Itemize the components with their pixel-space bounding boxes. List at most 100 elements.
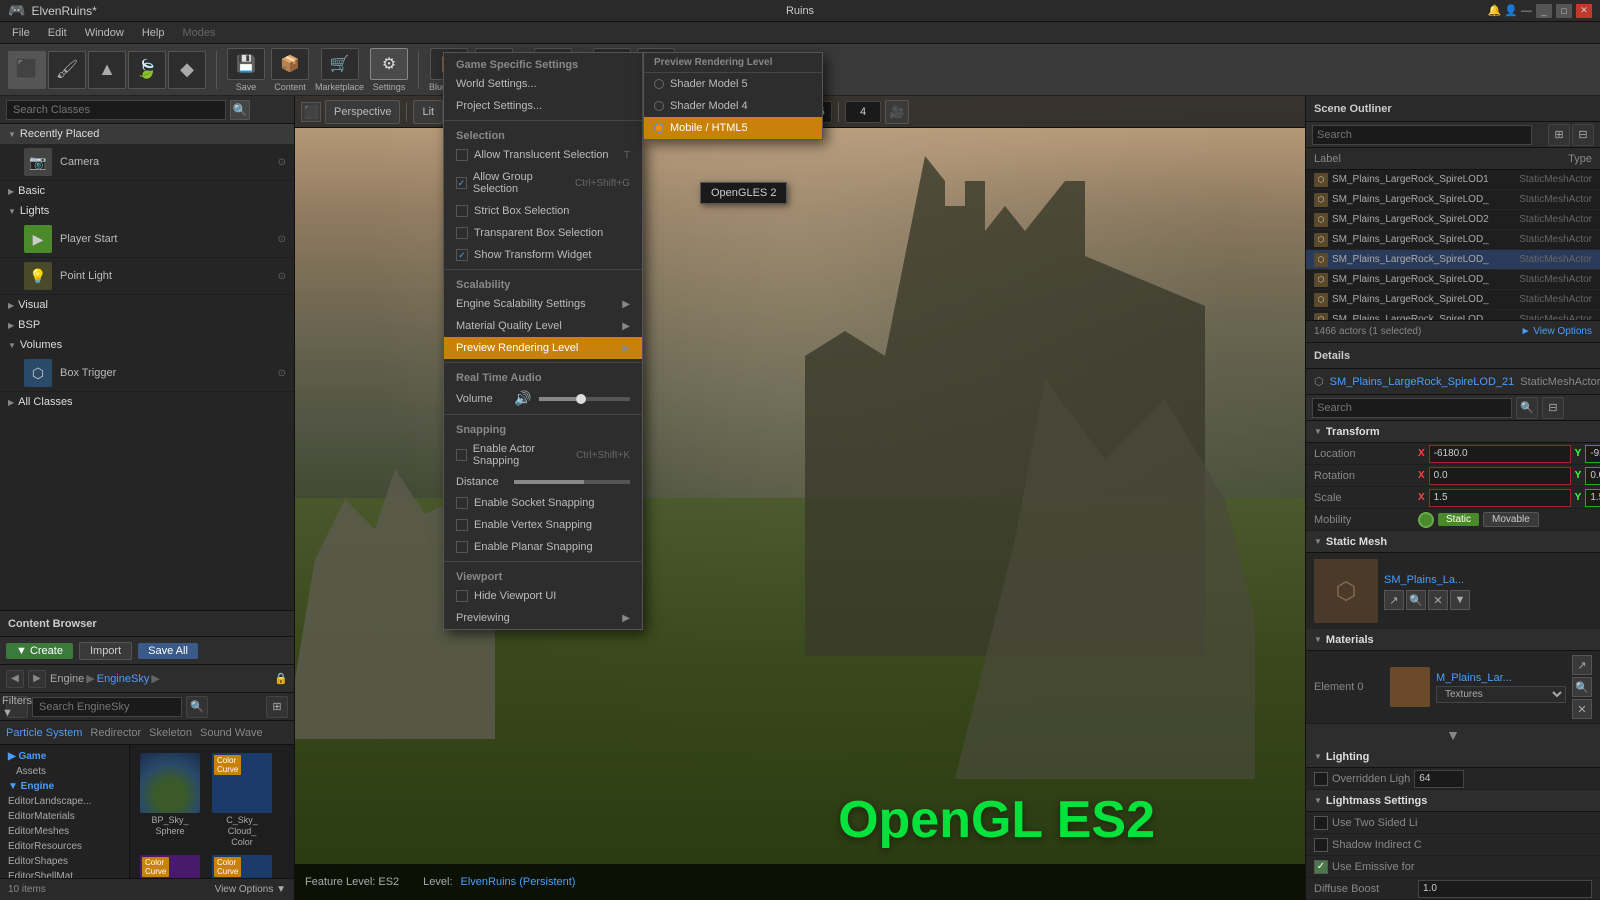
static-button[interactable]: Static xyxy=(1438,513,1479,526)
mode-landscape[interactable]: ▲ xyxy=(88,51,126,89)
scale-y-input[interactable] xyxy=(1585,489,1600,507)
nav-forward-button[interactable]: ▶ xyxy=(28,670,46,688)
override-lighting-input[interactable] xyxy=(1414,770,1464,788)
details-search-button[interactable]: 🔍 xyxy=(1516,397,1538,419)
transform-section-header[interactable]: ▼ Transform xyxy=(1306,421,1600,443)
category-visual[interactable]: ▶ Visual xyxy=(0,295,294,315)
level-link[interactable]: ElvenRuins (Persistent) xyxy=(461,876,576,888)
tab-redirector[interactable]: Redirector xyxy=(90,727,141,739)
world-settings-item[interactable]: World Settings... xyxy=(444,73,642,95)
nav-back-button[interactable]: ◀ xyxy=(6,670,24,688)
material-quality-item[interactable]: Material Quality Level ▶ xyxy=(444,315,642,337)
preview-rendering-item[interactable]: Preview Rendering Level ▶ xyxy=(444,337,642,359)
category-all-classes[interactable]: ▶ All Classes xyxy=(0,392,294,412)
engine-scalability-item[interactable]: Engine Scalability Settings ▶ xyxy=(444,293,642,315)
shadow-indirect-checkbox[interactable] xyxy=(1314,838,1328,852)
table-row[interactable]: ⬡ SM_Plains_LargeRock_SpireLOD_ StaticMe… xyxy=(1306,230,1600,250)
toolbar-content[interactable]: 📦 Content xyxy=(271,48,309,92)
shader-model-5-item[interactable]: Shader Model 5 xyxy=(644,73,822,95)
allow-translucent-item[interactable]: Allow Translucent Selection T xyxy=(444,144,642,166)
folder-item[interactable]: EditorLandscape... xyxy=(0,794,129,809)
camera-speed-input[interactable] xyxy=(845,101,881,123)
shader-model-4-item[interactable]: Shader Model 4 xyxy=(644,95,822,117)
save-all-button[interactable]: Save All xyxy=(138,643,198,659)
breadcrumb-enginesky[interactable]: EngineSky xyxy=(97,673,150,685)
two-sided-checkbox[interactable] xyxy=(1314,816,1328,830)
viewport-toggle[interactable]: ⬛ xyxy=(301,102,321,122)
mobile-html5-item[interactable]: Mobile / HTML5 xyxy=(644,117,822,139)
list-item[interactable]: 💡 Point Light ⊙ xyxy=(0,258,294,295)
mesh-clear-button[interactable]: ✕ xyxy=(1428,590,1448,610)
folder-item[interactable]: EditorMaterials xyxy=(0,809,129,824)
view-options-button[interactable]: ► View Options xyxy=(1521,326,1592,337)
category-volumes[interactable]: ▼ Volumes xyxy=(0,335,294,355)
category-recently-placed[interactable]: ▼ Recently Placed xyxy=(0,124,294,144)
scale-x-input[interactable] xyxy=(1429,489,1571,507)
folder-item[interactable]: EditorShapes xyxy=(0,854,129,869)
rotation-x-input[interactable] xyxy=(1429,467,1571,485)
filters-button[interactable]: Filters ▼ xyxy=(6,696,28,718)
list-item[interactable]: ▶ Player Start ⊙ xyxy=(0,221,294,258)
volume-slider[interactable] xyxy=(539,397,630,401)
static-mesh-section-header[interactable]: ▼ Static Mesh xyxy=(1306,531,1600,553)
folder-item[interactable]: ▶ Game xyxy=(0,749,129,764)
details-search-input[interactable] xyxy=(1312,398,1512,418)
category-lights[interactable]: ▼ Lights xyxy=(0,201,294,221)
materials-section-header[interactable]: ▼ Materials xyxy=(1306,629,1600,651)
lighting-section-header[interactable]: ▼ Lighting xyxy=(1306,746,1600,768)
list-item[interactable]: ⬡ Box Trigger ⊙ xyxy=(0,355,294,392)
table-row[interactable]: ⬡ SM_Plains_LargeRock_SpireLOD_ StaticMe… xyxy=(1306,190,1600,210)
toolbar-save[interactable]: 💾 Save xyxy=(227,48,265,92)
transparent-box-item[interactable]: Transparent Box Selection xyxy=(444,222,642,244)
breadcrumb-engine[interactable]: Engine xyxy=(50,673,84,685)
emissive-checkbox[interactable]: ✓ xyxy=(1314,860,1328,874)
folder-item[interactable]: Assets xyxy=(0,764,129,779)
perspective-button[interactable]: Perspective xyxy=(325,100,400,124)
tab-particle-system[interactable]: Particle System xyxy=(6,727,82,739)
list-item[interactable]: ColorCurve C_Sky_Zenith_Color xyxy=(208,853,276,878)
folder-item[interactable]: EditorShellMat... xyxy=(0,869,129,878)
mode-geometry[interactable]: ◆ xyxy=(168,51,206,89)
override-lighting-checkbox[interactable] xyxy=(1314,772,1328,786)
allow-group-item[interactable]: Allow Group Selection Ctrl+Shift+G xyxy=(444,166,642,200)
mesh-browse-button[interactable]: 🔍 xyxy=(1406,590,1426,610)
view-options-button[interactable]: View Options ▼ xyxy=(215,884,286,895)
minimize-button[interactable]: _ xyxy=(1536,4,1552,18)
details-object-name[interactable]: SM_Plains_LargeRock_SpireLOD_21 xyxy=(1330,376,1515,388)
material-search-button[interactable]: 🔍 xyxy=(1572,677,1592,697)
previewing-item[interactable]: Previewing ▶ xyxy=(444,607,642,629)
search-classes-button[interactable]: 🔍 xyxy=(230,100,250,120)
folder-item[interactable]: ▼ Engine xyxy=(0,779,129,794)
cb-grid-button[interactable]: ⊞ xyxy=(266,696,288,718)
diffuse-boost-input[interactable] xyxy=(1418,880,1592,898)
volume-handle[interactable] xyxy=(576,394,586,404)
details-lock-button[interactable]: ⊟ xyxy=(1542,397,1564,419)
toolbar-settings[interactable]: ⚙ Settings xyxy=(370,48,408,92)
table-row[interactable]: ⬡ SM_Plains_LargeRock_SpireLOD_ StaticMe… xyxy=(1306,270,1600,290)
show-transform-item[interactable]: Show Transform Widget xyxy=(444,244,642,266)
maximize-button[interactable]: □ xyxy=(1556,4,1572,18)
import-button[interactable]: Import xyxy=(79,642,132,660)
tab-sound-wave[interactable]: Sound Wave xyxy=(200,727,263,739)
material-arrow-button[interactable]: ↗ xyxy=(1572,655,1592,675)
close-button[interactable]: ✕ xyxy=(1576,4,1592,18)
enable-planar-item[interactable]: Enable Planar Snapping xyxy=(444,536,642,558)
location-y-input[interactable] xyxy=(1585,445,1600,463)
mesh-search-button[interactable]: ↗ xyxy=(1384,590,1404,610)
enable-socket-item[interactable]: Enable Socket Snapping xyxy=(444,492,642,514)
material-dropdown[interactable]: Textures xyxy=(1436,686,1566,703)
mode-paint[interactable]: 🖌 xyxy=(48,51,86,89)
camera-speed-icon[interactable]: 🎥 xyxy=(885,100,909,124)
list-item[interactable]: ColorCurve C_Sky_Horizon_Color xyxy=(136,853,204,878)
menu-edit[interactable]: Edit xyxy=(40,25,75,41)
folder-item[interactable]: EditorMeshes xyxy=(0,824,129,839)
material-collapse-row[interactable]: ▼ xyxy=(1306,724,1600,746)
list-item[interactable]: ColorCurve C_Sky_Cloud_Color xyxy=(208,751,276,849)
toolbar-marketplace[interactable]: 🛒 Marketplace xyxy=(315,48,364,92)
outliner-settings-button[interactable]: ⊟ xyxy=(1572,124,1594,146)
mode-foliage[interactable]: 🍃 xyxy=(128,51,166,89)
strict-box-item[interactable]: Strict Box Selection xyxy=(444,200,642,222)
tab-skeleton[interactable]: Skeleton xyxy=(149,727,192,739)
category-bsp[interactable]: ▶ BSP xyxy=(0,315,294,335)
material-name[interactable]: M_Plains_Lar... xyxy=(1436,672,1566,684)
